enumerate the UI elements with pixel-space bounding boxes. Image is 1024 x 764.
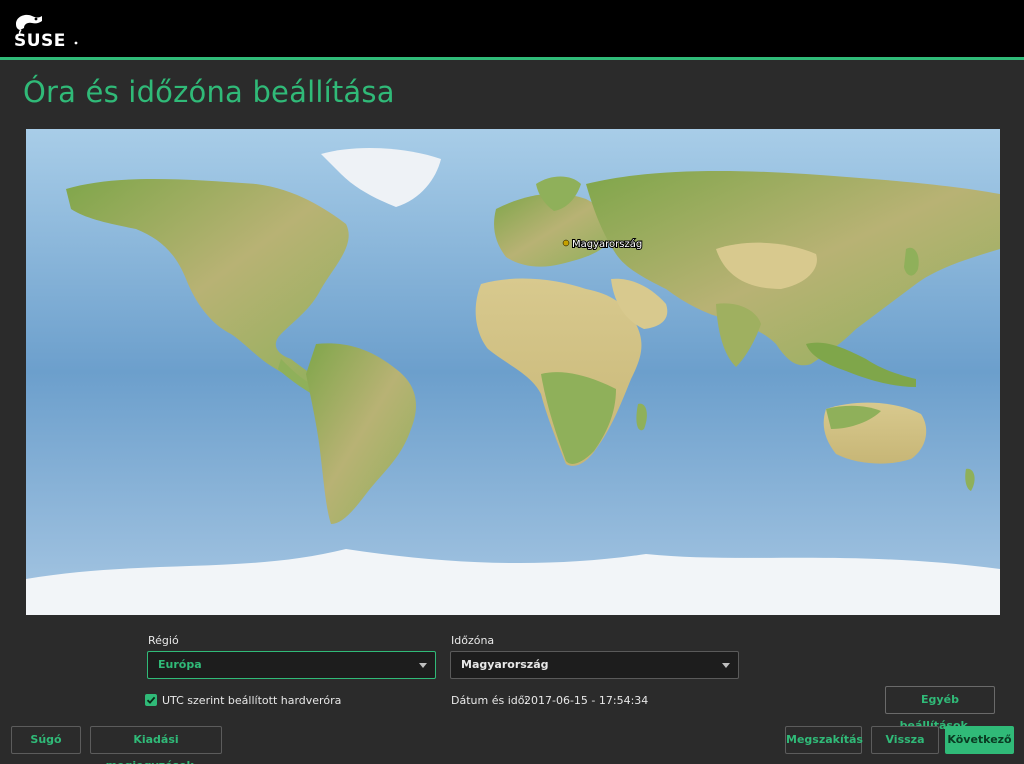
release-notes-button[interactable]: Kiadási megjegyzések... [90,726,222,764]
accent-line [0,57,1024,60]
region-label: Régió [148,634,179,647]
chevron-down-icon [722,663,730,668]
region-select-value: Európa [158,658,202,671]
hwclock-utc-label: UTC szerint beállított hardveróra [162,694,342,707]
timezone-label: Időzóna [451,634,495,647]
chevron-down-icon [419,663,427,668]
svg-text:SUSE: SUSE [14,31,66,48]
suse-logo: SUSE [12,10,82,51]
page-title: Óra és időzóna beállítása [23,75,395,109]
region-select[interactable]: Európa [147,651,436,679]
other-settings-button[interactable]: Egyéb beállítások... [885,686,995,732]
hwclock-utc-checkbox[interactable] [145,694,157,706]
help-button[interactable]: Súgó [11,726,81,754]
next-button[interactable]: Következő [945,726,1014,754]
datetime-label: Dátum és idő: [451,694,529,707]
selected-timezone-marker: Magyarország [572,238,642,250]
top-bar: SUSE [0,0,1024,57]
back-button[interactable]: Vissza [871,726,939,754]
timezone-select[interactable]: Magyarország [450,651,739,679]
checkmark-icon [146,696,156,704]
timezone-select-value: Magyarország [461,658,549,671]
abort-button[interactable]: Megszakítás [785,726,863,754]
datetime-value: 2017-06-15 - 17:54:34 [524,694,649,707]
world-map[interactable]: Magyarország [26,129,1000,615]
